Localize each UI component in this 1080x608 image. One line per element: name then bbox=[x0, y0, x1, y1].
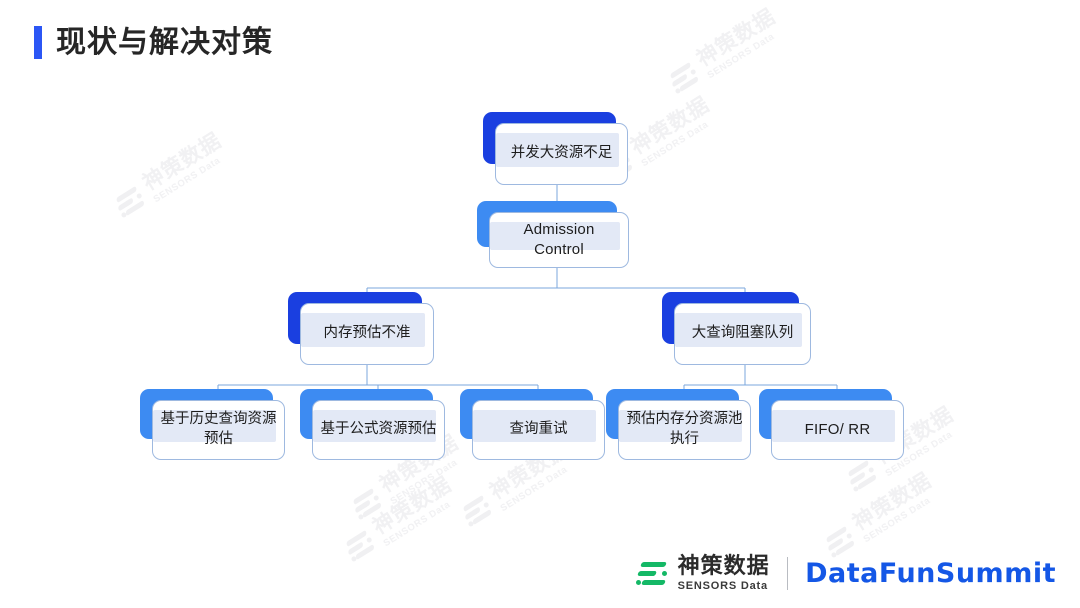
node-card-query-retry: 查询重试 bbox=[472, 400, 605, 460]
connector-lines bbox=[217, 185, 838, 400]
tree-node-formula-estimate: 基于公式资源预估 bbox=[300, 389, 445, 460]
sensors-wordmark: 神策数据 SENSORS Data bbox=[678, 555, 770, 592]
tree-node-fifo-rr: FIFO/ RR bbox=[759, 389, 904, 460]
slide-root: 神策数据 SENSORS Data 神策数据 SENSORS Data 神策数据 SENS… bbox=[0, 0, 1080, 608]
tree-node-pool-execute: 预估内存分资源池执行 bbox=[606, 389, 751, 460]
node-card-fifo-rr: FIFO/ RR bbox=[771, 400, 904, 460]
node-label-pool-execute: 预估内存分资源池执行 bbox=[626, 411, 743, 447]
sensors-data-logo: 神策数据 SENSORS Data bbox=[635, 555, 770, 592]
org-tree-diagram: 并发大资源不足 Admission Control 内存预估不准 大查询阻塞队列基于历史… bbox=[0, 0, 1080, 608]
node-card-history-estimate: 基于历史查询资源预估 bbox=[152, 400, 285, 460]
node-card-big-query-queue: 大查询阻塞队列 bbox=[674, 303, 811, 365]
node-card-root: 并发大资源不足 bbox=[495, 123, 628, 185]
node-label-formula-estimate: 基于公式资源预估 bbox=[320, 421, 437, 438]
page-title: 现状与解决对策 bbox=[34, 26, 273, 59]
node-label-fifo-rr: FIFO/ RR bbox=[804, 420, 871, 438]
tree-node-mem-estimate: 内存预估不准 bbox=[288, 292, 434, 365]
sensors-s-icon bbox=[635, 557, 669, 591]
node-label-query-retry: 查询重试 bbox=[509, 421, 568, 438]
tree-node-history-estimate: 基于历史查询资源预估 bbox=[140, 389, 285, 460]
title-accent-bar bbox=[34, 26, 42, 59]
tree-node-admission: Admission Control bbox=[477, 201, 629, 268]
tree-node-query-retry: 查询重试 bbox=[460, 389, 605, 460]
node-card-pool-execute: 预估内存分资源池执行 bbox=[618, 400, 751, 460]
node-label-root: 并发大资源不足 bbox=[510, 145, 613, 162]
node-label-big-query-queue: 大查询阻塞队列 bbox=[691, 325, 794, 342]
footer-branding: 神策数据 SENSORS Data DataFunSummit bbox=[635, 555, 1056, 592]
node-card-mem-estimate: 内存预估不准 bbox=[300, 303, 434, 365]
node-card-formula-estimate: 基于公式资源预估 bbox=[312, 400, 445, 460]
brand-divider bbox=[786, 557, 789, 590]
node-label-admission: Admission Control bbox=[523, 220, 595, 258]
tree-node-big-query-queue: 大查询阻塞队列 bbox=[662, 292, 811, 365]
title-text: 现状与解决对策 bbox=[56, 25, 273, 59]
datafunsummit-wordmark: DataFunSummit bbox=[805, 558, 1056, 589]
sensors-cn-text: 神策数据 bbox=[677, 553, 770, 578]
node-label-history-estimate: 基于历史查询资源预估 bbox=[160, 411, 277, 447]
tree-node-root: 并发大资源不足 bbox=[483, 112, 628, 185]
node-label-mem-estimate: 内存预估不准 bbox=[323, 325, 411, 342]
sensors-en-text: SENSORS Data bbox=[677, 580, 768, 592]
node-card-admission: Admission Control bbox=[489, 212, 629, 268]
